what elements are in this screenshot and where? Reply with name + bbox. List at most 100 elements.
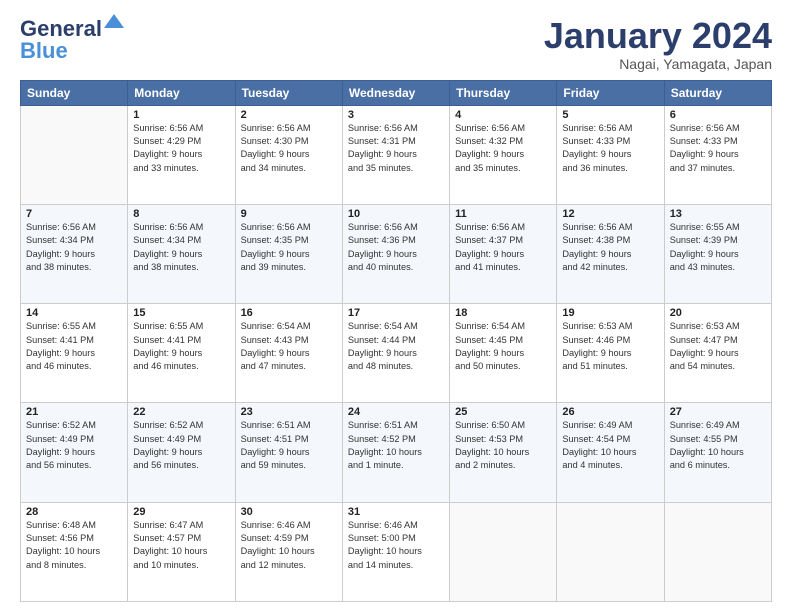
day-info: Sunrise: 6:56 AM Sunset: 4:35 PM Dayligh… [241,221,337,274]
day-info: Sunrise: 6:52 AM Sunset: 4:49 PM Dayligh… [26,419,122,472]
table-row: 10Sunrise: 6:56 AM Sunset: 4:36 PM Dayli… [342,204,449,303]
logo-icon [104,14,124,34]
day-number: 22 [133,406,229,418]
day-info: Sunrise: 6:55 AM Sunset: 4:41 PM Dayligh… [26,320,122,373]
table-row: 18Sunrise: 6:54 AM Sunset: 4:45 PM Dayli… [450,304,557,403]
day-number: 9 [241,208,337,220]
day-number: 18 [455,307,551,319]
table-row: 14Sunrise: 6:55 AM Sunset: 4:41 PM Dayli… [21,304,128,403]
table-row: 13Sunrise: 6:55 AM Sunset: 4:39 PM Dayli… [664,204,771,303]
day-info: Sunrise: 6:56 AM Sunset: 4:33 PM Dayligh… [670,122,766,175]
day-info: Sunrise: 6:56 AM Sunset: 4:36 PM Dayligh… [348,221,444,274]
day-info: Sunrise: 6:55 AM Sunset: 4:39 PM Dayligh… [670,221,766,274]
table-row: 7Sunrise: 6:56 AM Sunset: 4:34 PM Daylig… [21,204,128,303]
table-row: 30Sunrise: 6:46 AM Sunset: 4:59 PM Dayli… [235,502,342,601]
header: General Blue January 2024 Nagai, Yamagat… [20,16,772,72]
day-info: Sunrise: 6:56 AM Sunset: 4:33 PM Dayligh… [562,122,658,175]
day-info: Sunrise: 6:51 AM Sunset: 4:52 PM Dayligh… [348,419,444,472]
day-info: Sunrise: 6:53 AM Sunset: 4:47 PM Dayligh… [670,320,766,373]
th-saturday: Saturday [664,80,771,105]
day-number: 20 [670,307,766,319]
table-row: 15Sunrise: 6:55 AM Sunset: 4:41 PM Dayli… [128,304,235,403]
calendar-week-row: 14Sunrise: 6:55 AM Sunset: 4:41 PM Dayli… [21,304,772,403]
calendar-week-row: 7Sunrise: 6:56 AM Sunset: 4:34 PM Daylig… [21,204,772,303]
table-row: 25Sunrise: 6:50 AM Sunset: 4:53 PM Dayli… [450,403,557,502]
table-row: 27Sunrise: 6:49 AM Sunset: 4:55 PM Dayli… [664,403,771,502]
calendar-table: Sunday Monday Tuesday Wednesday Thursday… [20,80,772,602]
table-row: 16Sunrise: 6:54 AM Sunset: 4:43 PM Dayli… [235,304,342,403]
calendar-week-row: 21Sunrise: 6:52 AM Sunset: 4:49 PM Dayli… [21,403,772,502]
logo: General Blue [20,16,124,64]
day-info: Sunrise: 6:56 AM Sunset: 4:37 PM Dayligh… [455,221,551,274]
day-info: Sunrise: 6:54 AM Sunset: 4:45 PM Dayligh… [455,320,551,373]
table-row: 31Sunrise: 6:46 AM Sunset: 5:00 PM Dayli… [342,502,449,601]
calendar-week-row: 28Sunrise: 6:48 AM Sunset: 4:56 PM Dayli… [21,502,772,601]
table-row: 19Sunrise: 6:53 AM Sunset: 4:46 PM Dayli… [557,304,664,403]
title-block: January 2024 Nagai, Yamagata, Japan [544,16,772,72]
day-info: Sunrise: 6:56 AM Sunset: 4:34 PM Dayligh… [133,221,229,274]
day-info: Sunrise: 6:46 AM Sunset: 5:00 PM Dayligh… [348,519,444,572]
day-number: 10 [348,208,444,220]
th-monday: Monday [128,80,235,105]
table-row [557,502,664,601]
day-number: 4 [455,109,551,121]
day-number: 13 [670,208,766,220]
table-row: 1Sunrise: 6:56 AM Sunset: 4:29 PM Daylig… [128,105,235,204]
day-number: 11 [455,208,551,220]
table-row: 3Sunrise: 6:56 AM Sunset: 4:31 PM Daylig… [342,105,449,204]
table-row: 22Sunrise: 6:52 AM Sunset: 4:49 PM Dayli… [128,403,235,502]
day-info: Sunrise: 6:56 AM Sunset: 4:30 PM Dayligh… [241,122,337,175]
table-row: 26Sunrise: 6:49 AM Sunset: 4:54 PM Dayli… [557,403,664,502]
table-row: 29Sunrise: 6:47 AM Sunset: 4:57 PM Dayli… [128,502,235,601]
day-info: Sunrise: 6:46 AM Sunset: 4:59 PM Dayligh… [241,519,337,572]
day-info: Sunrise: 6:55 AM Sunset: 4:41 PM Dayligh… [133,320,229,373]
day-info: Sunrise: 6:56 AM Sunset: 4:29 PM Dayligh… [133,122,229,175]
day-number: 28 [26,506,122,518]
day-number: 23 [241,406,337,418]
day-info: Sunrise: 6:56 AM Sunset: 4:38 PM Dayligh… [562,221,658,274]
day-number: 1 [133,109,229,121]
month-title: January 2024 [544,16,772,56]
day-info: Sunrise: 6:49 AM Sunset: 4:55 PM Dayligh… [670,419,766,472]
day-number: 21 [26,406,122,418]
day-number: 16 [241,307,337,319]
day-info: Sunrise: 6:49 AM Sunset: 4:54 PM Dayligh… [562,419,658,472]
table-row: 21Sunrise: 6:52 AM Sunset: 4:49 PM Dayli… [21,403,128,502]
table-row: 28Sunrise: 6:48 AM Sunset: 4:56 PM Dayli… [21,502,128,601]
table-row: 20Sunrise: 6:53 AM Sunset: 4:47 PM Dayli… [664,304,771,403]
table-row: 24Sunrise: 6:51 AM Sunset: 4:52 PM Dayli… [342,403,449,502]
day-number: 6 [670,109,766,121]
day-info: Sunrise: 6:48 AM Sunset: 4:56 PM Dayligh… [26,519,122,572]
calendar-week-row: 1Sunrise: 6:56 AM Sunset: 4:29 PM Daylig… [21,105,772,204]
table-row: 8Sunrise: 6:56 AM Sunset: 4:34 PM Daylig… [128,204,235,303]
th-sunday: Sunday [21,80,128,105]
day-number: 25 [455,406,551,418]
day-number: 14 [26,307,122,319]
day-number: 31 [348,506,444,518]
day-number: 8 [133,208,229,220]
table-row: 17Sunrise: 6:54 AM Sunset: 4:44 PM Dayli… [342,304,449,403]
day-number: 27 [670,406,766,418]
day-number: 29 [133,506,229,518]
table-row: 6Sunrise: 6:56 AM Sunset: 4:33 PM Daylig… [664,105,771,204]
table-row: 5Sunrise: 6:56 AM Sunset: 4:33 PM Daylig… [557,105,664,204]
day-number: 15 [133,307,229,319]
day-info: Sunrise: 6:50 AM Sunset: 4:53 PM Dayligh… [455,419,551,472]
location-text: Nagai, Yamagata, Japan [544,56,772,72]
day-number: 26 [562,406,658,418]
day-info: Sunrise: 6:56 AM Sunset: 4:31 PM Dayligh… [348,122,444,175]
calendar-page: General Blue January 2024 Nagai, Yamagat… [0,0,792,612]
day-info: Sunrise: 6:54 AM Sunset: 4:43 PM Dayligh… [241,320,337,373]
table-row: 9Sunrise: 6:56 AM Sunset: 4:35 PM Daylig… [235,204,342,303]
table-row [450,502,557,601]
day-number: 24 [348,406,444,418]
day-info: Sunrise: 6:47 AM Sunset: 4:57 PM Dayligh… [133,519,229,572]
table-row: 4Sunrise: 6:56 AM Sunset: 4:32 PM Daylig… [450,105,557,204]
table-row [664,502,771,601]
th-thursday: Thursday [450,80,557,105]
table-row: 2Sunrise: 6:56 AM Sunset: 4:30 PM Daylig… [235,105,342,204]
day-number: 3 [348,109,444,121]
day-info: Sunrise: 6:54 AM Sunset: 4:44 PM Dayligh… [348,320,444,373]
day-info: Sunrise: 6:51 AM Sunset: 4:51 PM Dayligh… [241,419,337,472]
table-row [21,105,128,204]
